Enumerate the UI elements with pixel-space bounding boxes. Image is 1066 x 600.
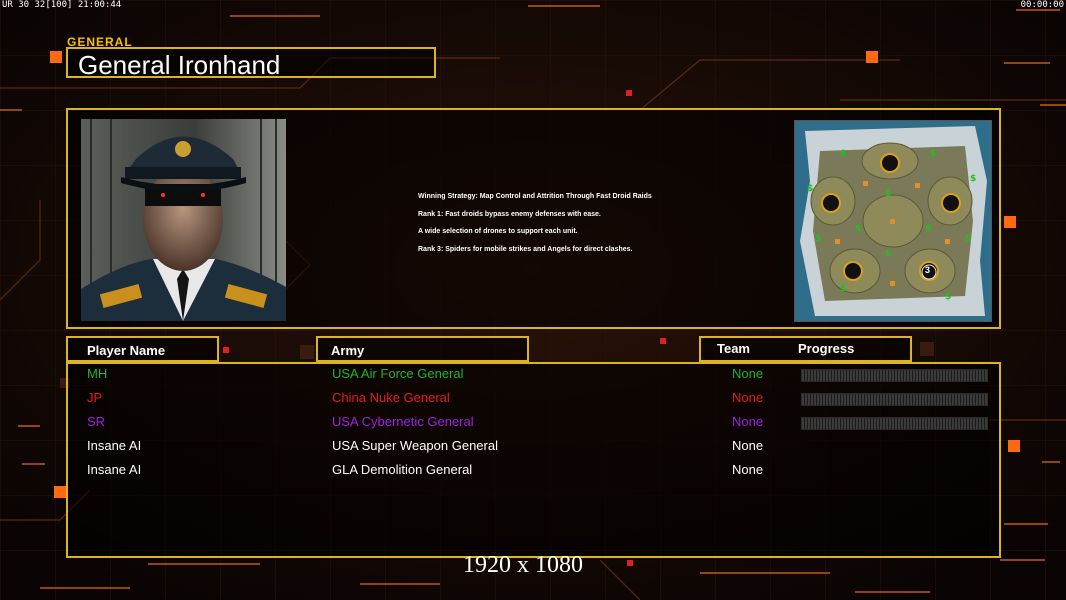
header-player-name-label: Player Name (87, 343, 166, 358)
player-list: MH USA Air Force General None JP China Nuke … (66, 362, 1001, 558)
general-title-box: General Ironhand (66, 47, 436, 80)
player-row[interactable]: Insane AI USA Super Weapon General None (68, 436, 1003, 460)
player-army: GLA Demolition General (332, 462, 473, 477)
loading-progress-bar (801, 417, 988, 430)
player-row[interactable]: JP China Nuke General None (68, 388, 1003, 412)
strategy-line: Rank 1: Fast droids bypass enemy defense… (418, 210, 601, 218)
loading-progress-bar (801, 393, 988, 406)
svg-text:$: $ (925, 224, 931, 234)
debug-stats-text: UR 30 32[100] 21:00:44 (2, 0, 122, 10)
map-preview: $ $ $ $ $ $ $ $ $ $ $ $ 3 (794, 120, 992, 322)
game-timer-text: 00:00:00 (1020, 0, 1064, 10)
svg-text:$: $ (807, 184, 813, 194)
player-army: USA Super Weapon General (332, 438, 498, 453)
general-info-panel: Winning Strategy: Map Control and Attrit… (66, 108, 1001, 329)
svg-text:$: $ (885, 249, 891, 259)
header-progress-label: Progress (798, 341, 855, 356)
player-army: USA Cybernetic General (332, 414, 474, 429)
resolution-label: 1920 x 1080 (463, 552, 583, 578)
player-army: China Nuke General (332, 390, 450, 405)
svg-text:$: $ (855, 224, 861, 234)
svg-text:$: $ (970, 174, 976, 184)
player-team: None (732, 366, 764, 381)
player-name: MH (87, 366, 108, 381)
header-army-label: Army (331, 343, 365, 358)
player-name: JP (87, 390, 103, 405)
svg-text:$: $ (965, 234, 971, 244)
svg-text:$: $ (840, 284, 846, 294)
strategy-line: Rank 3: Spiders for mobile strikes and A… (418, 246, 633, 254)
svg-text:$: $ (945, 292, 951, 302)
header-team-label: Team (717, 341, 750, 356)
player-row[interactable]: MH USA Air Force General None (68, 364, 1003, 388)
player-row[interactable]: Insane AI GLA Demolition General None (68, 460, 1003, 484)
player-team: None (732, 414, 764, 429)
player-team: None (732, 462, 764, 477)
general-portrait (81, 119, 286, 321)
player-army: USA Air Force General (332, 366, 464, 381)
player-start-badge: 3 (925, 265, 931, 275)
game-timer: 00:00:00 (1021, 0, 1064, 10)
svg-text:$: $ (815, 234, 821, 244)
loading-progress-bar (801, 369, 988, 382)
player-row[interactable]: SR USA Cybernetic General None (68, 412, 1003, 436)
strategy-line: Winning Strategy: Map Control and Attrit… (418, 193, 652, 200)
svg-text:$: $ (840, 149, 846, 159)
strategy-line: A wide selection of drones to support ea… (418, 228, 578, 236)
svg-text:$: $ (930, 149, 936, 159)
header-player-name: Player Name (66, 336, 219, 362)
svg-text:$: $ (885, 189, 891, 199)
player-team: None (732, 438, 764, 453)
player-team: None (732, 390, 764, 405)
player-name: Insane AI (87, 438, 142, 453)
player-name: Insane AI (87, 462, 142, 477)
general-name: General Ironhand (78, 50, 281, 80)
header-team-progress: Team Progress (699, 336, 912, 362)
strategy-text: Winning Strategy: Map Control and Attrit… (418, 188, 652, 259)
debug-stats: UR 30 32[100] 21:00:44 (2, 0, 121, 10)
player-name: SR (87, 414, 106, 429)
header-army: Army (316, 336, 529, 362)
